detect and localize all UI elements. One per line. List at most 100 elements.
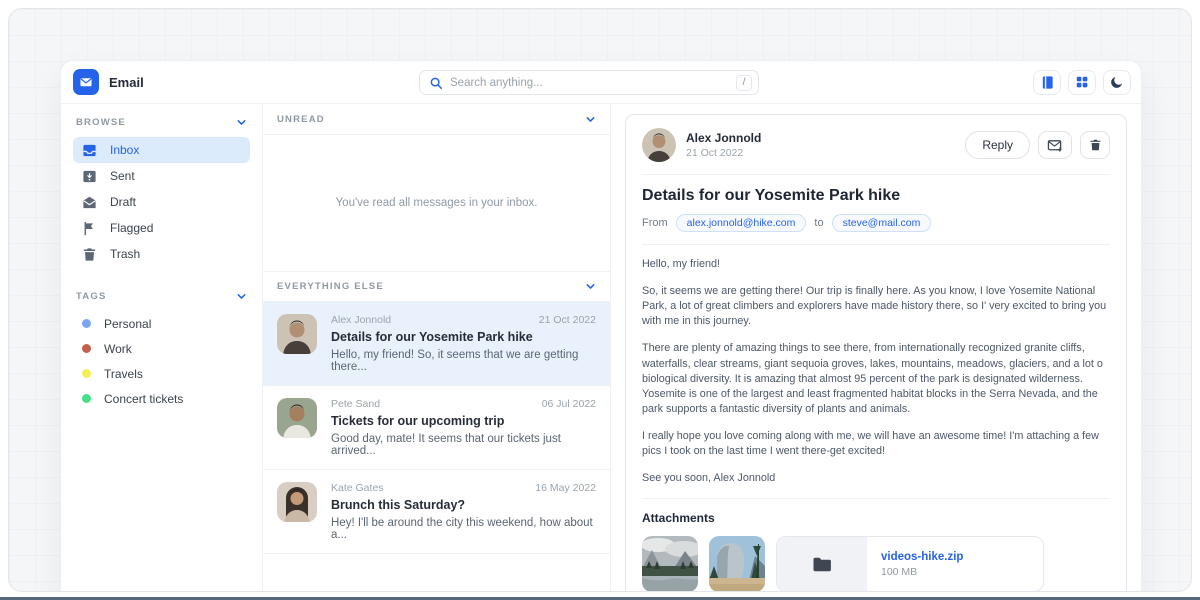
chevron-down-icon[interactable] — [585, 114, 596, 125]
tag-color-dot — [82, 319, 91, 328]
tag-item-personal[interactable]: Personal — [73, 311, 250, 336]
attachment-photo-el-capitan[interactable] — [709, 536, 765, 592]
sidebar-item-sent[interactable]: Sent — [73, 163, 250, 189]
tag-label: Travels — [104, 367, 143, 381]
detail-subject: Details for our Yosemite Park hike — [642, 187, 1110, 205]
topbar-actions — [1033, 70, 1131, 95]
mail-preview: Hey! I'll be around the city this weeken… — [331, 517, 596, 541]
tags-section-header[interactable]: TAGS — [73, 291, 250, 302]
tag-item-work[interactable]: Work — [73, 336, 250, 361]
sidebar-item-label: Draft — [110, 195, 136, 209]
detail-date: 21 Oct 2022 — [686, 147, 761, 159]
avatar — [277, 398, 317, 438]
mail-date: 16 May 2022 — [535, 482, 596, 494]
mail-date: 21 Oct 2022 — [539, 314, 596, 326]
tag-item-travels[interactable]: Travels — [73, 361, 250, 386]
envelope-logo-icon — [78, 74, 94, 90]
tag-label: Personal — [104, 317, 151, 331]
grid-icon — [1075, 75, 1089, 89]
file-info: videos-hike.zip 100 MB — [867, 537, 1043, 591]
mail-preview: Good day, mate! It seems that our ticket… — [331, 433, 596, 457]
app-logo — [73, 69, 99, 95]
from-label: From — [642, 217, 668, 229]
sidebar-item-label: Sent — [110, 169, 135, 183]
message-list-column: UNREAD You've read all messages in your … — [263, 104, 611, 592]
dark-mode-toggle[interactable] — [1103, 70, 1131, 95]
body-paragraph: Hello, my friend! — [642, 257, 1110, 272]
divider — [642, 244, 1110, 245]
tag-color-dot — [82, 369, 91, 378]
apps-button[interactable] — [1068, 70, 1096, 95]
mail-forward-icon — [1047, 138, 1063, 153]
to-label: to — [814, 217, 823, 229]
body-paragraph: So, it seems we are getting there! Our t… — [642, 284, 1110, 329]
attachments-label: Attachments — [642, 511, 1110, 525]
sidebar-item-trash[interactable]: Trash — [73, 241, 250, 267]
mail-list-item[interactable]: Kate Gates 16 May 2022 Brunch this Satur… — [263, 470, 610, 554]
body-paragraph: See you soon, Alex Jonnold — [642, 471, 1110, 486]
chevron-down-icon[interactable] — [585, 281, 596, 292]
message-body: Hello, my friend! So, it seems we are ge… — [642, 257, 1110, 486]
trash-icon — [1089, 138, 1102, 152]
everything-else-section-header[interactable]: EVERYTHING ELSE — [263, 271, 610, 302]
unread-section-header[interactable]: UNREAD — [263, 104, 610, 135]
mail-subject: Brunch this Saturday? — [331, 498, 596, 512]
body-paragraph: I really hope you love coming along with… — [642, 429, 1110, 459]
sidebar-item-label: Inbox — [110, 143, 139, 157]
delete-mail-button[interactable] — [1080, 131, 1110, 159]
attachments-row: videos-hike.zip 100 MB — [642, 536, 1110, 592]
detail-sender-block: Alex Jonnold 21 Oct 2022 — [686, 131, 761, 159]
mail-preview: Hello, my friend! So, it seems that we a… — [331, 349, 596, 373]
chevron-down-icon[interactable] — [236, 117, 247, 128]
attachment-file-card[interactable]: videos-hike.zip 100 MB — [776, 536, 1044, 592]
mail-subject: Details for our Yosemite Park hike — [331, 330, 596, 344]
sidebar-item-flagged[interactable]: Flagged — [73, 215, 250, 241]
tag-item-concert-tickets[interactable]: Concert tickets — [73, 386, 250, 411]
trash-icon — [82, 247, 97, 262]
sent-icon — [82, 169, 97, 184]
sidebar-item-draft[interactable]: Draft — [73, 189, 250, 215]
addressbook-button[interactable] — [1033, 70, 1061, 95]
sidebar: BROWSE Inbox Sent — [61, 104, 263, 592]
avatar — [277, 314, 317, 354]
chevron-down-icon[interactable] — [236, 291, 247, 302]
search-icon — [429, 76, 443, 90]
detail-sender-name: Alex Jonnold — [686, 131, 761, 145]
search-bar[interactable]: / — [419, 70, 759, 95]
detail-header: Alex Jonnold 21 Oct 2022 Reply — [642, 128, 1110, 162]
sidebar-item-inbox[interactable]: Inbox — [73, 137, 250, 163]
mail-list-item[interactable]: Alex Jonnold 21 Oct 2022 Details for our… — [263, 302, 610, 386]
from-to-row: From alex.jonnold@hike.com to steve@mail… — [642, 214, 1110, 232]
attachment-photo-yosemite-valley[interactable] — [642, 536, 698, 592]
reply-button[interactable]: Reply — [965, 131, 1030, 159]
everything-else-label: EVERYTHING ELSE — [277, 281, 384, 292]
message-detail-column: Alex Jonnold 21 Oct 2022 Reply — [611, 104, 1141, 592]
tag-label: Work — [104, 342, 132, 356]
forward-mail-button[interactable] — [1038, 131, 1072, 159]
detail-actions: Reply — [965, 131, 1110, 159]
mail-subject: Tickets for our upcoming trip — [331, 414, 596, 428]
browse-section-header[interactable]: BROWSE — [73, 117, 250, 128]
to-email-chip[interactable]: steve@mail.com — [832, 214, 932, 232]
divider — [642, 174, 1110, 175]
mail-sender: Pete Sand — [331, 398, 380, 410]
top-bar: Email / — [61, 61, 1141, 104]
search-input[interactable] — [450, 77, 736, 89]
browse-label: BROWSE — [76, 117, 126, 128]
book-icon — [1040, 75, 1055, 90]
mail-sender: Alex Jonnold — [331, 314, 391, 326]
app-title: Email — [109, 75, 144, 90]
from-email-chip[interactable]: alex.jonnold@hike.com — [676, 214, 807, 232]
mail-list-item[interactable]: Pete Sand 06 Jul 2022 Tickets for our up… — [263, 386, 610, 470]
desktop-background: Email / — [8, 8, 1192, 592]
moon-icon — [1110, 75, 1124, 89]
unread-empty-message: You've read all messages in your inbox. — [263, 135, 610, 271]
email-app-window: Email / — [61, 61, 1141, 592]
sidebar-item-label: Trash — [110, 247, 140, 261]
file-thumb — [777, 537, 867, 591]
avatar — [277, 482, 317, 522]
flag-icon — [82, 221, 97, 236]
file-size: 100 MB — [881, 566, 1029, 578]
draft-icon — [82, 195, 97, 210]
main-area: BROWSE Inbox Sent — [61, 104, 1141, 592]
